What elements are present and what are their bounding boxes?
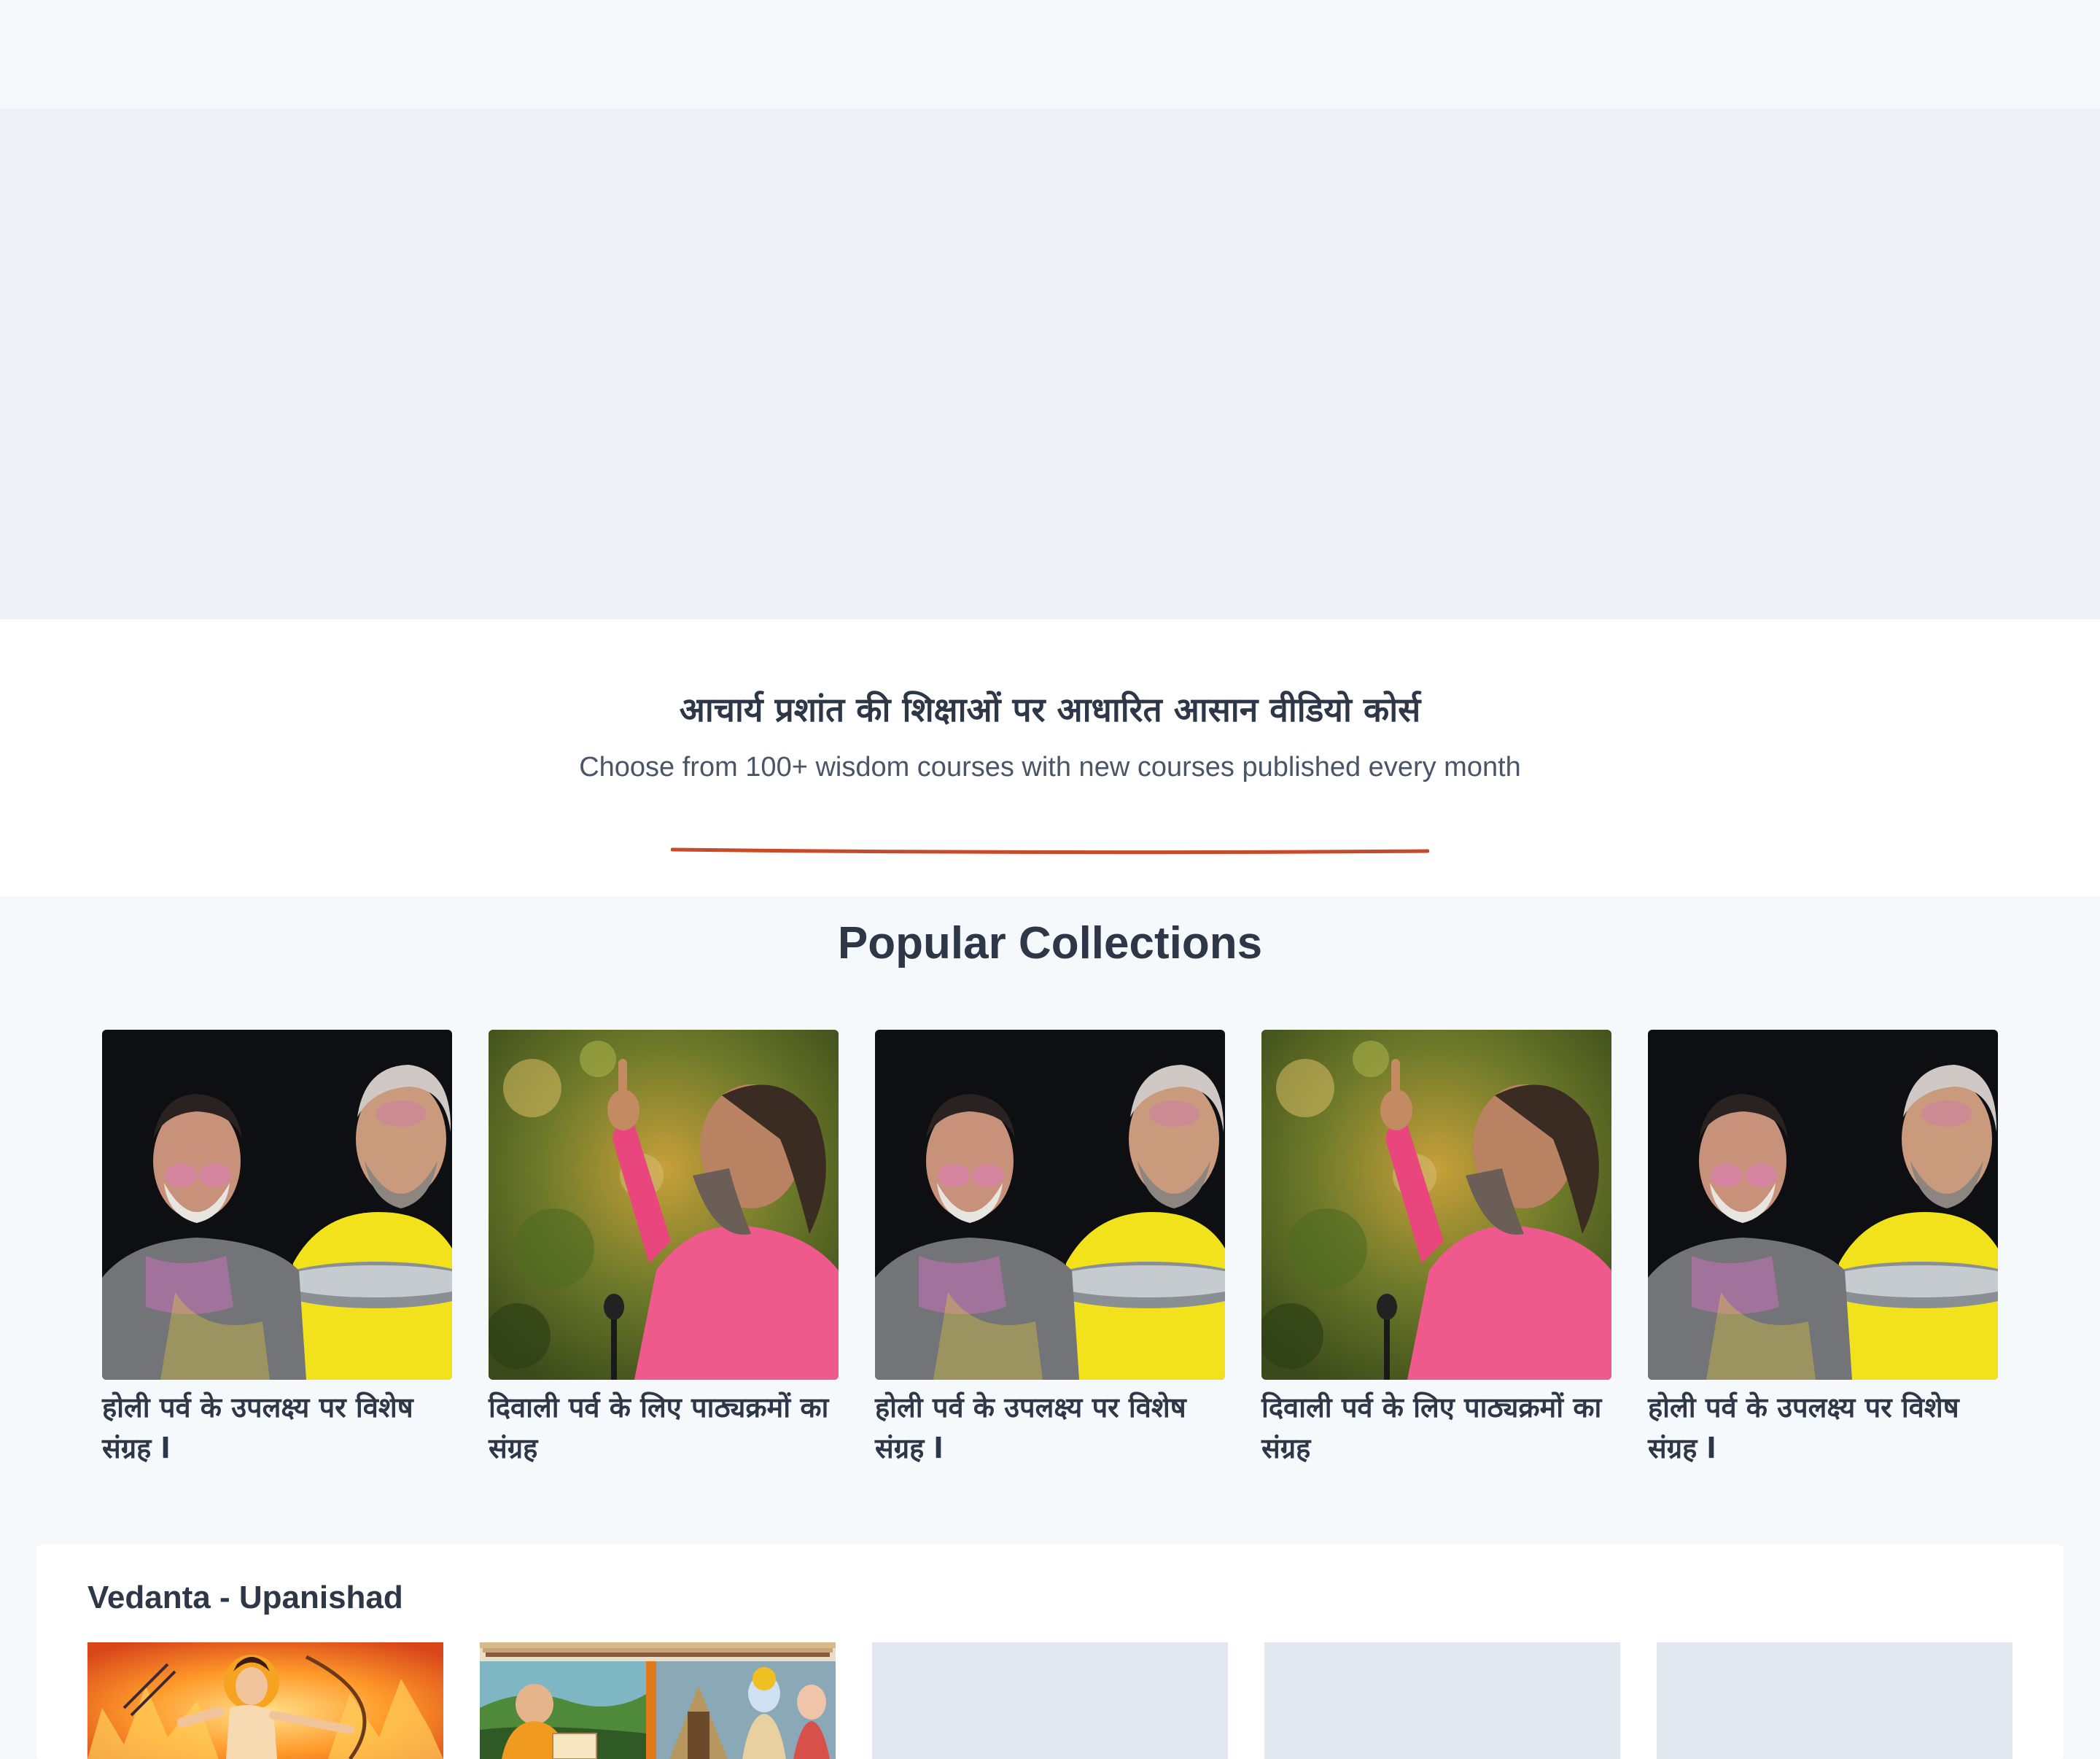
collection-thumbnail[interactable] [489, 1030, 839, 1380]
section-divider [671, 847, 1429, 855]
collection-caption[interactable]: होली पर्व के उपलक्ष्य पर विशेष संग्रह l [102, 1387, 452, 1469]
collection-caption[interactable]: होली पर्व के उपलक्ष्य पर विशेष संग्रह l [1648, 1387, 1998, 1469]
collection-card[interactable]: दिवाली पर्व के लिए पाठ्यक्रमों का संग्रह [489, 1030, 839, 1469]
collection-caption[interactable]: होली पर्व के उपलक्ष्य पर विशेष संग्रह l [875, 1387, 1225, 1469]
top-navigation-bar [0, 0, 2100, 109]
collection-card[interactable]: होली पर्व के उपलक्ष्य पर विशेष संग्रह l [1648, 1030, 1998, 1469]
intro-subtitle: Choose from 100+ wisdom courses with new… [579, 752, 1521, 783]
collection-thumbnail[interactable] [875, 1030, 1225, 1380]
course-card-placeholder[interactable] [872, 1642, 1228, 1759]
popular-collections-row: होली पर्व के उपलक्ष्य पर विशेष संग्रह l … [102, 1030, 1999, 1467]
course-card-thumbnail[interactable] [480, 1642, 836, 1759]
collection-thumbnail[interactable] [102, 1030, 452, 1380]
collection-card[interactable]: होली पर्व के उपलक्ष्य पर विशेष संग्रह l [875, 1030, 1225, 1469]
vedanta-upanishad-section: Vedanta - Upanishad [36, 1545, 2064, 1759]
vedanta-section-title: Vedanta - Upanishad [88, 1580, 403, 1615]
collection-card[interactable]: होली पर्व के उपलक्ष्य पर विशेष संग्रह l [102, 1030, 452, 1469]
course-card-placeholder[interactable] [1657, 1642, 2012, 1759]
popular-collections-title: Popular Collections [837, 918, 1263, 968]
intro-title: आचार्य प्रशांत की शिक्षाओं पर आधारित आसा… [679, 690, 1421, 729]
course-card-placeholder[interactable] [1264, 1642, 1620, 1759]
course-card-thumbnail[interactable] [88, 1642, 443, 1759]
collection-thumbnail[interactable] [1261, 1030, 1611, 1380]
collection-card[interactable]: दिवाली पर्व के लिए पाठ्यक्रमों का संग्रह [1261, 1030, 1611, 1469]
hero-banner-placeholder [0, 109, 2100, 619]
collection-caption[interactable]: दिवाली पर्व के लिए पाठ्यक्रमों का संग्रह [1261, 1387, 1611, 1469]
collection-thumbnail[interactable] [1648, 1030, 1998, 1380]
collection-caption[interactable]: दिवाली पर्व के लिए पाठ्यक्रमों का संग्रह [489, 1387, 839, 1469]
